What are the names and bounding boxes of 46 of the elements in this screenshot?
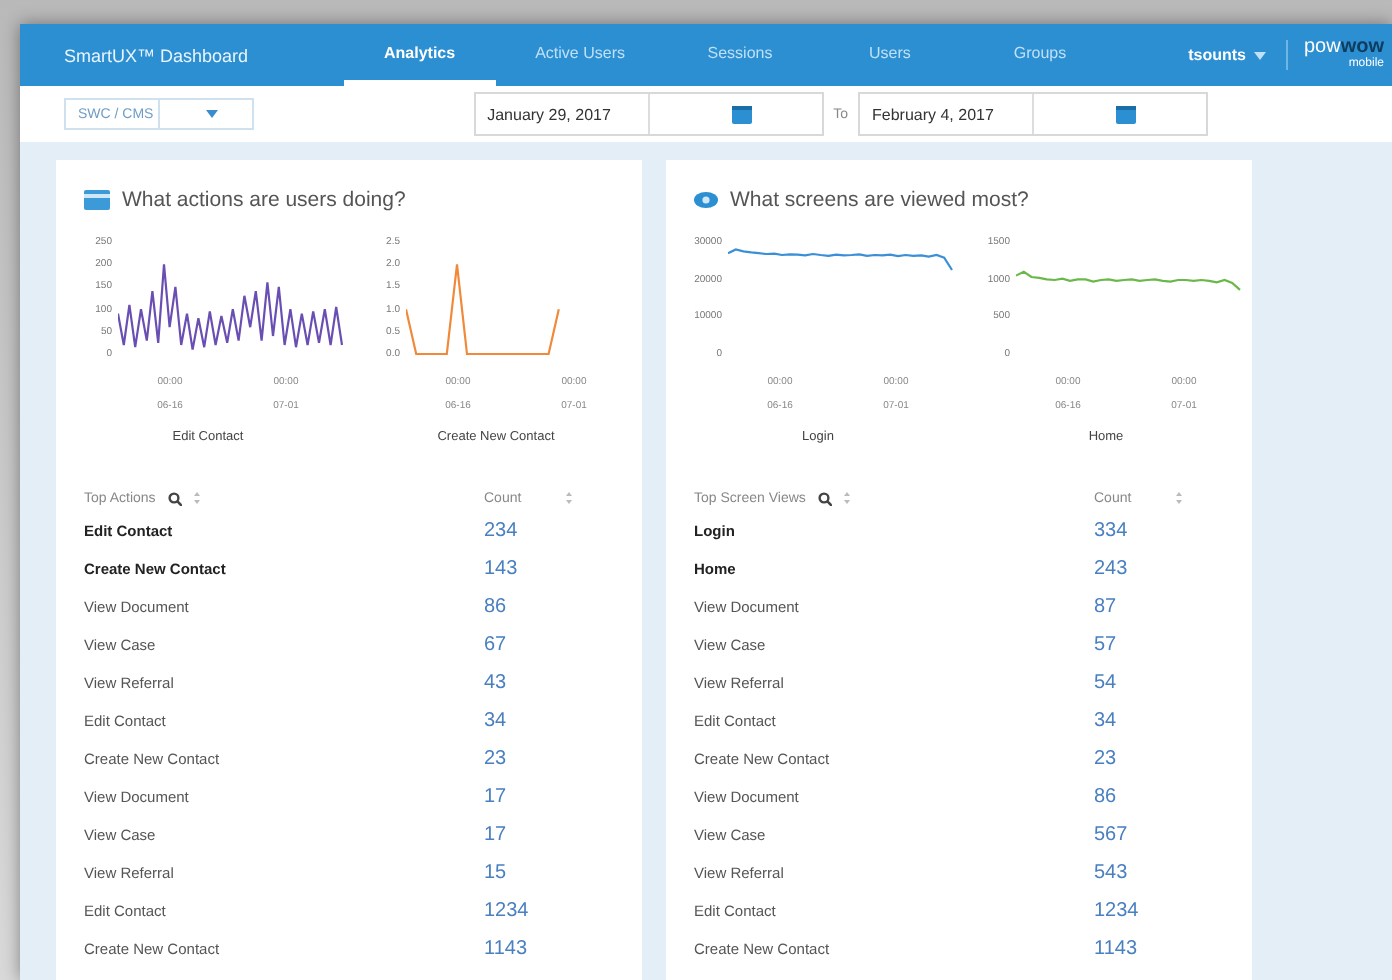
- calendar-icon: [731, 105, 752, 123]
- count-link[interactable]: 1234: [484, 900, 529, 922]
- eye-icon: [694, 192, 718, 208]
- count-link[interactable]: 15: [484, 862, 507, 884]
- caret-icon: [1253, 51, 1266, 59]
- date-field[interactable]: February 4, 2017: [858, 92, 1208, 136]
- count-link[interactable]: 543: [1094, 862, 1128, 884]
- caret-icon: [206, 110, 218, 118]
- count-link[interactable]: 23: [484, 748, 507, 770]
- count-link[interactable]: 1143: [1094, 938, 1138, 960]
- app-title: SmartUX™ Dashboard: [62, 43, 251, 69]
- count-link[interactable]: 86: [484, 596, 507, 618]
- count-link[interactable]: 567: [1094, 824, 1128, 846]
- count-link[interactable]: 1143: [484, 938, 528, 960]
- sort-icon: [193, 492, 200, 504]
- nav-tab[interactable]: Active Users: [495, 24, 665, 86]
- count-link[interactable]: 34: [484, 710, 507, 732]
- search-icon: [167, 491, 182, 505]
- nav-tab[interactable]: Sessions: [664, 24, 815, 86]
- card-icon: [84, 190, 110, 210]
- count-link[interactable]: 23: [1094, 748, 1117, 770]
- count-link[interactable]: 143: [484, 558, 518, 580]
- sort-icon: [1175, 492, 1182, 504]
- calendar-icon: [1116, 105, 1136, 123]
- count-link[interactable]: 17: [484, 786, 507, 808]
- nav-tab[interactable]: Groups: [964, 24, 1115, 86]
- sort-icon: [565, 492, 572, 504]
- count-link[interactable]: 67: [484, 634, 507, 656]
- search-icon: [817, 491, 832, 505]
- count-link[interactable]: 234: [484, 520, 518, 542]
- count-link[interactable]: 57: [1094, 634, 1117, 656]
- count-link[interactable]: 34: [1094, 710, 1117, 732]
- card-title: What screens are viewed most?: [730, 188, 1029, 212]
- count-link[interactable]: 17: [484, 824, 507, 846]
- card-title: What actions are users doing?: [122, 188, 406, 212]
- nav-tab[interactable]: Users: [814, 24, 965, 86]
- count-link[interactable]: 86: [1094, 786, 1117, 808]
- count-link[interactable]: 54: [1094, 672, 1117, 694]
- user-menu[interactable]: tsounts: [1188, 40, 1288, 70]
- count-link[interactable]: 43: [484, 672, 507, 694]
- sort-icon: [843, 492, 850, 504]
- count-link[interactable]: 1234: [1094, 900, 1139, 922]
- date-field[interactable]: January 29, 2017: [473, 92, 824, 136]
- count-link[interactable]: 243: [1094, 558, 1128, 580]
- count-link[interactable]: 87: [1094, 596, 1117, 618]
- count-link[interactable]: 334: [1094, 520, 1128, 542]
